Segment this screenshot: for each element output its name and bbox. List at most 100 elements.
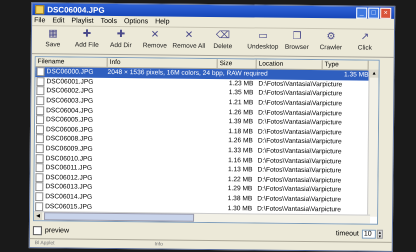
row-location: D:\Fotos\Vantasia\Vantasia xyxy=(258,89,323,98)
row-filename: DSC06008.JPG xyxy=(35,134,107,145)
row-filename: DSC06001.JPG xyxy=(35,77,107,87)
preview-checkbox[interactable] xyxy=(32,225,42,235)
delete-button[interactable]: ⌫ Delete xyxy=(206,30,240,50)
menu-help[interactable]: Help xyxy=(155,18,169,25)
row-type: picture xyxy=(322,100,343,108)
col-type[interactable]: Type xyxy=(322,60,369,70)
row-info xyxy=(107,101,217,102)
row-info xyxy=(107,111,217,112)
menu-options[interactable]: Options xyxy=(124,18,148,25)
add-dir-icon: ✚ xyxy=(116,28,126,41)
col-info[interactable]: Info xyxy=(107,57,218,69)
row-filename: DSC06015.JPG xyxy=(34,201,106,212)
row-info xyxy=(107,82,217,83)
maximize-icon[interactable]: □ xyxy=(368,7,380,19)
row-type: picture xyxy=(321,176,342,185)
row-filename: DSC06012.JPG xyxy=(34,172,106,183)
browser-button[interactable]: ❐ Browser xyxy=(280,31,314,51)
timeout-control: timeout 10 ▲ ▼ xyxy=(336,229,383,239)
row-size: 1.16 MB xyxy=(228,156,253,165)
row-info xyxy=(107,121,217,122)
menu-tools[interactable]: Tools xyxy=(101,17,117,24)
undesktop-icon: ▭ xyxy=(258,30,268,42)
click-icon: ↗ xyxy=(360,31,370,43)
col-location[interactable]: Location xyxy=(256,59,323,70)
menu-file[interactable]: File xyxy=(34,17,45,24)
col-filename[interactable]: Filename xyxy=(35,57,108,67)
app-window: DSC06004.JPG _ □ × File Edit Playlist To… xyxy=(28,2,396,252)
row-size: 1.33 MB xyxy=(228,147,253,155)
row-info xyxy=(107,169,217,170)
row-location: D:\Fotos\Vantasia\Vantasia xyxy=(258,109,323,117)
menu-edit[interactable]: Edit xyxy=(52,17,64,24)
toolbar: ▦ Save ✚ Add File ✚ Add Dir ✕ Remove ✕ Remove… xyxy=(31,26,395,58)
row-size: 1.22 MB xyxy=(227,175,253,184)
row-location: D:\Fotos\Vantasia\Vantasia xyxy=(257,205,322,213)
row-size: 1.21 MB xyxy=(228,99,254,107)
row-location: D:\Fotos\Vantasia\Vantasia xyxy=(258,99,323,108)
minimize-icon[interactable]: _ xyxy=(356,7,368,19)
row-filename: DSC06005.JPG xyxy=(35,115,107,125)
row-type: picture xyxy=(322,119,342,127)
row-type: picture xyxy=(321,167,342,175)
row-info xyxy=(106,188,216,189)
row-type: picture xyxy=(322,90,343,98)
save-icon: ▦ xyxy=(48,28,58,40)
row-type: picture xyxy=(322,109,342,118)
row-size: 1.35 MB xyxy=(228,89,254,97)
row-filename: DSC06009.JPG xyxy=(35,144,107,154)
browser-icon: ❐ xyxy=(292,30,302,42)
close-icon[interactable]: × xyxy=(380,7,392,19)
row-filename: DSC06004.JPG xyxy=(35,105,107,116)
row-size: 1.26 MB xyxy=(228,137,253,145)
row-location: D:\Fotos\Vantasia\Vantasia xyxy=(257,157,322,165)
file-icon xyxy=(35,134,44,144)
app-icon xyxy=(35,4,45,14)
row-type: picture xyxy=(321,205,341,213)
row-size: 1.29 MB xyxy=(227,185,253,193)
row-location: D:\Fotos\Vantasia\Vantasia xyxy=(257,166,322,175)
vertical-scrollbar[interactable]: ▲ xyxy=(367,69,379,217)
menu-playlist[interactable]: Playlist xyxy=(71,17,93,24)
file-icon xyxy=(35,144,44,154)
status-info: Info xyxy=(154,241,163,248)
row-type: picture xyxy=(321,186,342,194)
row-filename: DSC06003.JPG xyxy=(35,96,107,106)
status-applet: Bl Applet xyxy=(34,240,55,247)
click-button[interactable]: ↗ Click xyxy=(348,31,382,52)
row-type: picture xyxy=(321,148,342,156)
add-dir-button[interactable]: ✚ Add Dir xyxy=(104,29,138,49)
file-list[interactable]: Filename Info Size Location Type DSC0600… xyxy=(33,56,380,225)
scroll-left-icon[interactable]: ◀ xyxy=(34,212,43,221)
scroll-up-icon[interactable]: ▲ xyxy=(369,69,379,78)
row-size: 1.38 MB xyxy=(227,195,253,203)
row-location: D:\Fotos\Vantasia\Vantasia xyxy=(257,176,322,184)
row-location: D:\Fotos\Vantasia\Vantasia xyxy=(258,118,323,127)
row-location: D:\Fotos\Vantasia\Vantasia xyxy=(257,137,322,146)
scroll-thumb[interactable] xyxy=(44,212,195,222)
row-info xyxy=(107,159,217,160)
remove-button[interactable]: ✕ Remove xyxy=(138,29,172,49)
file-icon xyxy=(35,201,44,211)
row-size: 1.26 MB xyxy=(228,108,254,117)
file-icon xyxy=(36,67,45,77)
row-type: picture xyxy=(321,196,342,204)
timeout-input[interactable]: 10 xyxy=(361,229,376,239)
delete-icon: ⌫ xyxy=(215,30,231,42)
row-type: picture xyxy=(321,138,342,146)
crawler-button[interactable]: ⚙ Crawler xyxy=(314,31,348,51)
save-button[interactable]: ▦ Save xyxy=(36,28,70,48)
spinner-icon[interactable]: ▲ ▼ xyxy=(376,229,383,239)
col-size[interactable]: Size xyxy=(217,59,257,69)
crawler-icon: ⚙ xyxy=(326,31,336,43)
file-icon xyxy=(36,105,45,115)
add-file-button[interactable]: ✚ Add File xyxy=(70,29,104,49)
undesktop-button[interactable]: ▭ Undesktop xyxy=(246,30,280,50)
row-location: D:\Fotos\Vantasia\Vantasia xyxy=(257,195,322,204)
row-location: D:\Fotos\Vantasia\Vantasia xyxy=(257,185,322,194)
row-type: picture xyxy=(321,129,342,137)
remove-all-button[interactable]: ✕ Remove All xyxy=(172,30,206,50)
row-size: 1.30 MB xyxy=(227,204,253,213)
file-icon xyxy=(36,96,45,106)
remove-icon: ✕ xyxy=(150,29,160,41)
